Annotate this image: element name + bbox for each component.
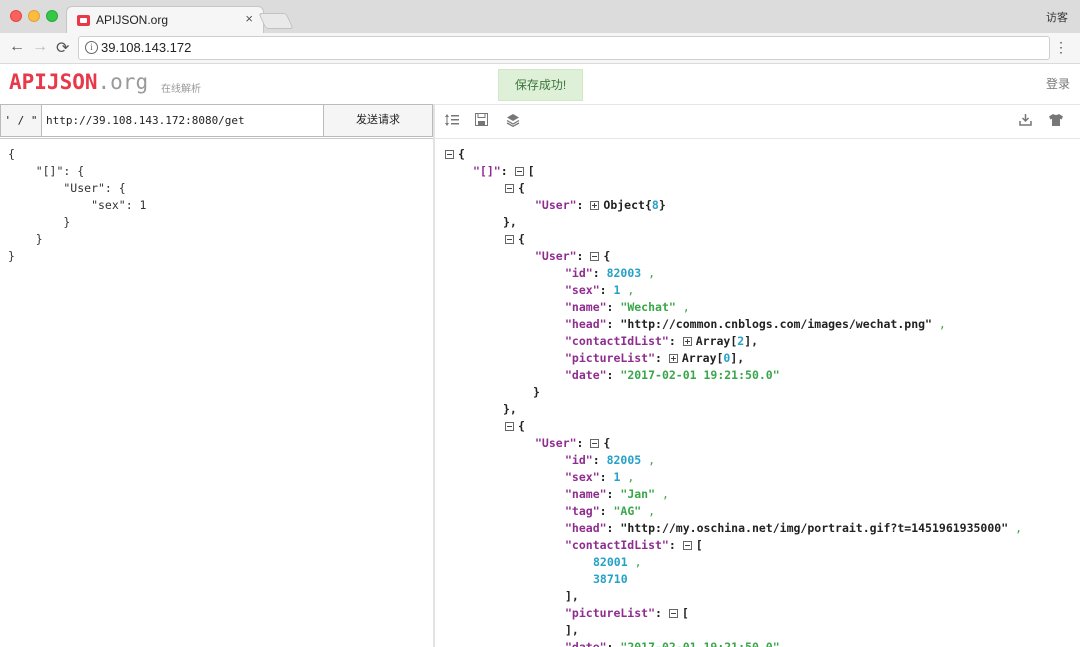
- json-tree-line: "date": "2017-02-01 19:21:50.0": [565, 640, 780, 647]
- json-tree-line: 38710: [593, 572, 628, 586]
- request-bar: ' / " http://39.108.143.172:8080/get 发送请…: [0, 104, 433, 139]
- request-body-text: { "[]": { "User": { "sex": 1 } } }: [8, 147, 147, 263]
- app-header: APIJSON.org 在线解析 保存成功! 登录: [0, 64, 1080, 105]
- request-url-input[interactable]: http://39.108.143.172:8080/get: [42, 104, 324, 137]
- expand-toggle-icon[interactable]: [590, 201, 600, 210]
- collapse-toggle-icon[interactable]: [445, 150, 454, 159]
- browser-menu-icon[interactable]: ⋮: [1054, 39, 1068, 56]
- json-tree-line: "pictureList": Array[0],: [565, 351, 745, 365]
- json-tree-line: },: [503, 402, 517, 416]
- save-icon[interactable]: [475, 113, 488, 126]
- method-selector[interactable]: ' / ": [0, 104, 42, 137]
- url-input[interactable]: i 39.108.143.172: [78, 36, 1050, 60]
- json-tree-line: "head": "http://my.oschina.net/img/portr…: [565, 521, 1023, 535]
- json-tree-line: "User": {: [535, 249, 611, 263]
- json-tree-line: "[]": [: [473, 164, 535, 178]
- guest-profile-label[interactable]: 访客: [1046, 9, 1068, 25]
- download-icon[interactable]: [1019, 113, 1032, 126]
- response-toolbar: [435, 104, 1080, 139]
- logo-suffix: .org: [97, 70, 149, 94]
- json-tree-line: {: [505, 231, 525, 248]
- expand-toggle-icon[interactable]: [682, 337, 692, 346]
- layers-icon[interactable]: [506, 113, 520, 127]
- login-link[interactable]: 登录: [1046, 75, 1070, 92]
- json-tree-line: "date": "2017-02-01 19:21:50.0": [565, 368, 780, 382]
- expand-toggle-icon[interactable]: [668, 354, 678, 363]
- json-tree-line: "head": "http://common.cnblogs.com/image…: [565, 317, 946, 331]
- json-tree-line: "sex": 1 ,: [565, 283, 635, 297]
- json-tree-line: "name": "Jan" ,: [565, 487, 669, 501]
- collapse-toggle-icon[interactable]: [668, 609, 678, 618]
- url-text: 39.108.143.172: [101, 40, 192, 55]
- logo[interactable]: APIJSON.org: [9, 70, 148, 94]
- json-tree-line: "contactIdList": Array[2],: [565, 334, 759, 348]
- json-tree-line: "tag": "AG" ,: [565, 504, 656, 518]
- json-tree-line: ],: [565, 589, 579, 603]
- reload-icon[interactable]: ⟳: [56, 38, 69, 58]
- json-tree-line: "contactIdList": [: [565, 538, 703, 552]
- json-tree-line: 82001 ,: [593, 555, 642, 569]
- forward-arrow-icon[interactable]: →: [32, 38, 48, 56]
- save-success-toast: 保存成功!: [498, 69, 583, 101]
- list-sort-icon[interactable]: [445, 113, 459, 127]
- json-tree-line: ],: [565, 623, 579, 637]
- json-tree-line: }: [533, 385, 540, 399]
- info-icon[interactable]: i: [85, 41, 98, 54]
- send-request-button[interactable]: 发送请求: [324, 104, 433, 137]
- shirt-icon[interactable]: [1048, 113, 1064, 127]
- collapse-toggle-icon[interactable]: [682, 541, 692, 550]
- response-json-tree: { "[]": [ { "User": Object{8}}, { "User": { "i…: [435, 138, 1080, 647]
- collapse-toggle-icon[interactable]: [590, 439, 600, 448]
- back-arrow-icon[interactable]: ←: [9, 38, 25, 56]
- json-tree-line: "User": Object{8}: [535, 198, 666, 212]
- collapse-toggle-icon[interactable]: [505, 184, 514, 193]
- json-tree-line: "sex": 1 ,: [565, 470, 635, 484]
- json-tree-line: "id": 82005 ,: [565, 453, 656, 467]
- window-minimize-button[interactable]: [28, 10, 40, 22]
- request-body-editor[interactable]: { "[]": { "User": { "sex": 1 } } }: [0, 138, 433, 647]
- json-tree-line: {: [505, 180, 525, 197]
- json-tree-line: {: [505, 418, 525, 435]
- json-tree-line: "id": 82003 ,: [565, 266, 656, 280]
- apijson-favicon-icon: [77, 15, 90, 26]
- browser-tab-bar: APIJSON.org × 访客: [0, 0, 1080, 35]
- collapse-toggle-icon[interactable]: [590, 252, 600, 261]
- json-tree-line: "pictureList": [: [565, 606, 689, 620]
- collapse-toggle-icon[interactable]: [514, 167, 524, 176]
- collapse-toggle-icon[interactable]: [505, 235, 514, 244]
- app-subtitle: 在线解析: [161, 84, 201, 95]
- json-tree-line: {: [445, 146, 465, 163]
- logo-main: APIJSON: [9, 70, 98, 94]
- collapse-toggle-icon[interactable]: [505, 422, 514, 431]
- tab-close-icon[interactable]: ×: [245, 11, 253, 26]
- address-bar: ← → ⟳ i 39.108.143.172 ⋮: [0, 33, 1080, 64]
- window-close-button[interactable]: [10, 10, 22, 22]
- browser-tab[interactable]: APIJSON.org ×: [66, 6, 264, 35]
- window-maximize-button[interactable]: [46, 10, 58, 22]
- json-tree-line: },: [503, 215, 517, 229]
- json-tree-line: "User": {: [535, 436, 611, 450]
- json-tree-line: "name": "Wechat" ,: [565, 300, 690, 314]
- tab-title: APIJSON.org: [96, 13, 169, 27]
